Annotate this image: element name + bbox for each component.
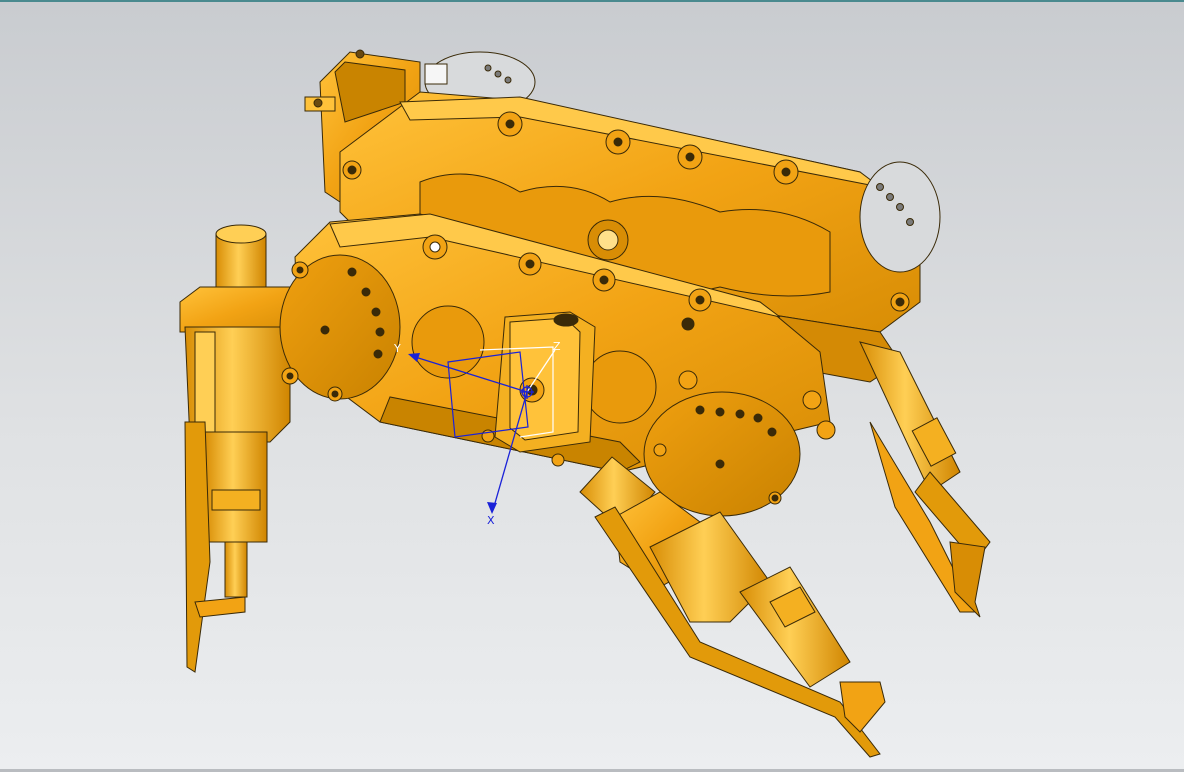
x-axis-arrow-icon <box>487 502 497 514</box>
x-axis-label: X <box>487 514 495 527</box>
z-axis-label: Z <box>553 340 561 353</box>
right-rear-leg[interactable] <box>859 341 991 618</box>
y-axis-label: Y <box>393 342 401 355</box>
cad-model-scene[interactable]: X Y Z <box>0 2 1184 772</box>
graphics-viewport[interactable]: X Y Z <box>0 0 1184 772</box>
left-front-leg[interactable] <box>179 224 401 673</box>
